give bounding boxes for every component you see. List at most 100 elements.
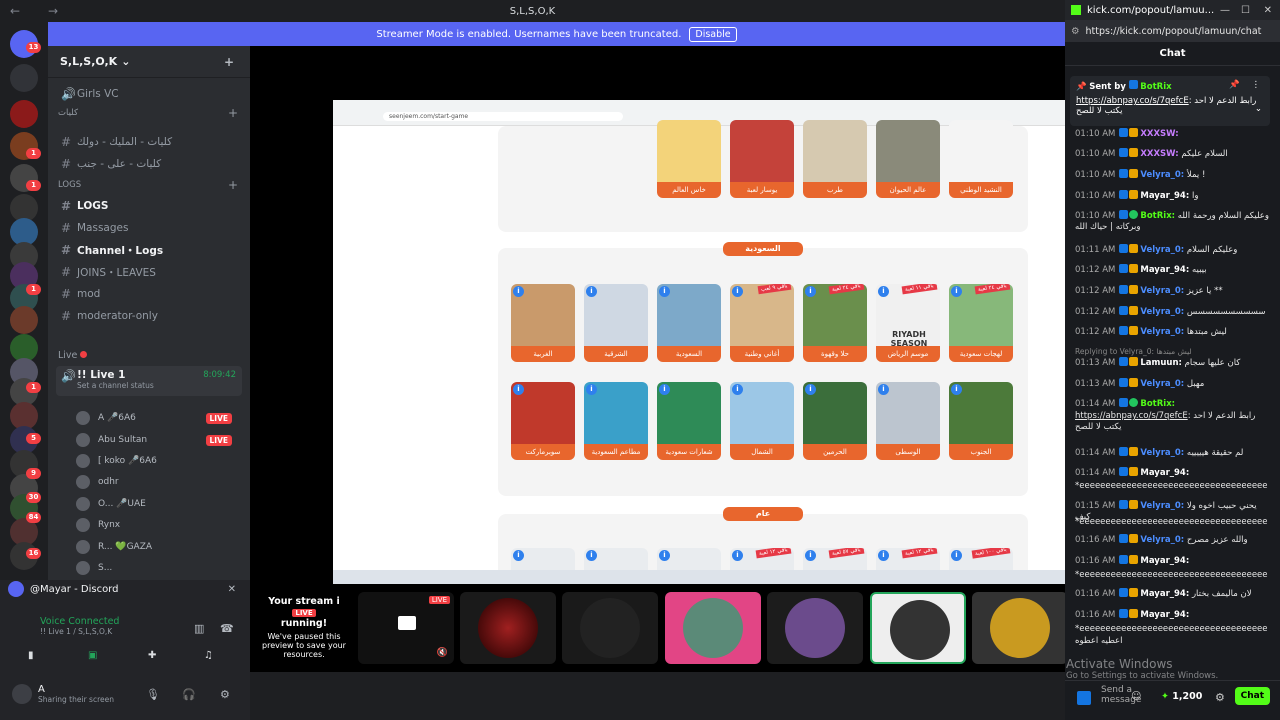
- category-card[interactable]: i باقي ٩ لعب أغاني وطنية: [730, 284, 794, 362]
- category-card[interactable]: i الغربية: [511, 284, 575, 362]
- category-logs[interactable]: LOGS: [58, 180, 81, 190]
- account-area[interactable]: A Sharing their screen: [12, 684, 114, 704]
- message-user[interactable]: BotRix:: [1140, 399, 1175, 409]
- participant-tile[interactable]: [460, 592, 556, 664]
- noise-suppression-icon[interactable]: ▥: [194, 622, 204, 635]
- expand-chevron-icon[interactable]: ⌄: [1255, 104, 1262, 114]
- message-user[interactable]: XXXSW:: [1140, 149, 1178, 159]
- channel-item[interactable]: 🔊 Girls VC: [56, 84, 242, 104]
- voice-user[interactable]: S...: [76, 558, 242, 578]
- info-icon[interactable]: i: [951, 286, 962, 297]
- settings-gear-icon[interactable]: ⚙: [220, 688, 230, 701]
- category-kulliyat[interactable]: كليات: [58, 108, 78, 118]
- info-icon[interactable]: i: [732, 550, 743, 561]
- shared-screen[interactable]: seenjeem.com/start-game السعودية عام خاس…: [333, 100, 1065, 572]
- soundboard-button[interactable]: ♫: [204, 650, 220, 664]
- category-card[interactable]: i باقي ١٢ لعبة: [876, 548, 940, 572]
- category-card[interactable]: i باقي ٢٤ لعبة لهجات سعودية: [949, 284, 1013, 362]
- category-card[interactable]: i باقي ٢٤ لعبة حلا وقهوة: [803, 284, 867, 362]
- message-user[interactable]: Velyra_0:: [1140, 535, 1184, 545]
- info-icon[interactable]: i: [805, 384, 816, 395]
- category-card[interactable]: i الحرمين: [803, 382, 867, 460]
- participant-tile[interactable]: [870, 592, 966, 664]
- message-user[interactable]: Mayar_94:: [1140, 265, 1189, 275]
- guild-header[interactable]: S,L,S,O,K ⌄ +: [48, 46, 250, 78]
- add-channel-icon[interactable]: +: [228, 106, 238, 120]
- info-icon[interactable]: i: [732, 384, 743, 395]
- info-icon[interactable]: i: [586, 550, 597, 561]
- message-user[interactable]: Mayar_94:: [1140, 610, 1189, 620]
- message-user[interactable]: Velyra_0:: [1140, 448, 1184, 458]
- category-card[interactable]: i: [657, 548, 721, 572]
- category-card[interactable]: i باقي ١١ لعبة موسم الرياض: [876, 284, 940, 362]
- message-user[interactable]: Velyra_0:: [1140, 379, 1184, 389]
- voice-user[interactable]: Abu Sultan LIVE: [76, 430, 242, 450]
- info-icon[interactable]: i: [951, 550, 962, 561]
- pinned-user[interactable]: BotRix: [1140, 82, 1171, 92]
- channel-item[interactable]: # Channel・Logs: [56, 240, 242, 260]
- category-card[interactable]: عالم الحيوان: [876, 120, 940, 198]
- server-icon[interactable]: [10, 64, 38, 92]
- message-user[interactable]: Velyra_0:: [1140, 501, 1184, 511]
- category-card[interactable]: i شعارات سعودية: [657, 382, 721, 460]
- botrix-link[interactable]: https://abnpay.co/s/7qefcE: رابط الدعم ل…: [1075, 411, 1271, 433]
- message-user[interactable]: XXXSW:: [1140, 129, 1178, 139]
- info-icon[interactable]: i: [659, 384, 670, 395]
- points-counter[interactable]: ✦ 1,200: [1161, 691, 1202, 702]
- screen-share-button[interactable]: ▣: [88, 650, 104, 664]
- info-icon[interactable]: i: [659, 550, 670, 561]
- server-icon[interactable]: [10, 306, 38, 334]
- category-card[interactable]: i باقي ١٠٠ لعبة: [949, 548, 1013, 572]
- voice-user[interactable]: A 🎤6A6 LIVE: [76, 408, 242, 428]
- channel-item[interactable]: # Massages: [56, 218, 242, 238]
- voice-user[interactable]: [ koko 🎤6A6: [76, 451, 242, 471]
- category-card[interactable]: i الشمال: [730, 382, 794, 460]
- category-card[interactable]: i باقي ٥٧ لعبة: [803, 548, 867, 572]
- voice-connected-status[interactable]: Voice Connected !! Live 1 / S,L,S,O,K: [18, 616, 119, 636]
- info-icon[interactable]: i: [878, 384, 889, 395]
- info-icon[interactable]: i: [513, 286, 524, 297]
- site-info-icon[interactable]: ⚙: [1071, 26, 1080, 37]
- add-member-icon[interactable]: +: [224, 55, 234, 69]
- pinned-link[interactable]: https://abnpay.co/s/7qefcE: [1076, 96, 1189, 106]
- category-card[interactable]: النشيد الوطني: [949, 120, 1013, 198]
- kick-address-bar[interactable]: ⚙ https://kick.com/popout/lamuun/chat: [1065, 20, 1280, 42]
- disable-button[interactable]: Disable: [689, 26, 737, 42]
- add-channel-icon[interactable]: +: [228, 178, 238, 192]
- info-icon[interactable]: i: [513, 384, 524, 395]
- voice-user[interactable]: R... 💚GAZA: [76, 537, 242, 557]
- voice-user[interactable]: Rynx: [76, 515, 242, 535]
- channel-item[interactable]: # كليات - المليك - دولك: [56, 132, 242, 152]
- pin-toggle-icon[interactable]: 📌: [1229, 80, 1240, 90]
- chat-send-button[interactable]: Chat: [1234, 687, 1270, 705]
- participant-tile[interactable]: [562, 592, 658, 664]
- mute-icon[interactable]: 🔇: [437, 648, 448, 658]
- info-icon[interactable]: i: [586, 384, 597, 395]
- message-user[interactable]: Mayar_94:: [1140, 191, 1189, 201]
- video-button[interactable]: ▮: [28, 650, 48, 664]
- category-card[interactable]: i مطاعم السعودية: [584, 382, 648, 460]
- category-card[interactable]: i الجنوب: [949, 382, 1013, 460]
- message-user[interactable]: Velyra_0:: [1140, 307, 1184, 317]
- channel-item[interactable]: # moderator-only: [56, 306, 242, 326]
- send-message-input[interactable]: Send a message: [1101, 685, 1149, 705]
- voice-channel-status[interactable]: Set a channel status: [77, 381, 154, 390]
- channel-item[interactable]: # JOINS・LEAVES: [56, 262, 242, 282]
- voice-user[interactable]: odhr: [76, 472, 242, 492]
- info-icon[interactable]: i: [659, 286, 670, 297]
- emote-icon[interactable]: ☺: [1131, 691, 1141, 702]
- disconnect-icon[interactable]: ☎: [220, 622, 234, 635]
- channel-item[interactable]: # LOGS: [56, 196, 242, 216]
- category-live[interactable]: Live: [58, 350, 88, 361]
- category-card[interactable]: i باقي ١٢ لعبة: [730, 548, 794, 572]
- message-user[interactable]: Velyra_0:: [1140, 170, 1184, 180]
- category-card[interactable]: يوسار لعبة: [730, 120, 794, 198]
- category-card[interactable]: i سوبرماركت: [511, 382, 575, 460]
- voice-channel-live-1[interactable]: 🔊 !! Live 1 Set a channel status 8:09:42: [56, 366, 242, 396]
- message-user[interactable]: BotRix:: [1140, 211, 1175, 221]
- message-user[interactable]: Velyra_0:: [1140, 286, 1184, 296]
- category-card[interactable]: i: [511, 548, 575, 572]
- info-icon[interactable]: i: [878, 550, 889, 561]
- channel-item[interactable]: # كليات - على - جنب: [56, 154, 242, 174]
- info-icon[interactable]: i: [951, 384, 962, 395]
